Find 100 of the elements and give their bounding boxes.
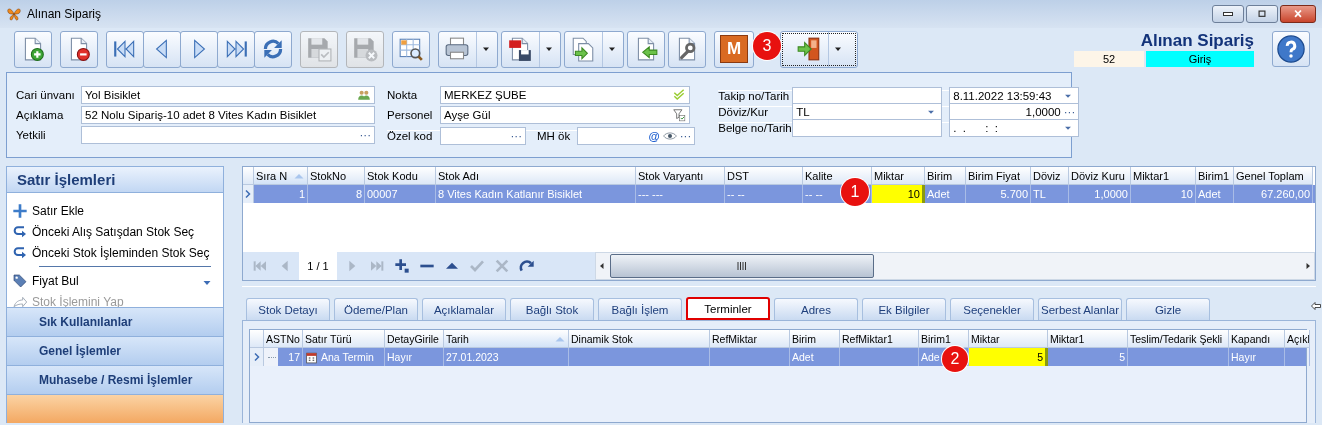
curved-arrow-icon bbox=[12, 244, 28, 261]
field-label: Personel bbox=[387, 109, 434, 121]
column-header[interactable]: Döviz bbox=[1031, 167, 1069, 185]
redo-icon[interactable] bbox=[518, 258, 535, 274]
sidebar-item[interactable]: Önceki Alış Satışdan Stok Seç bbox=[7, 221, 223, 243]
tab[interactable]: Serbest Alanlar bbox=[1038, 298, 1122, 320]
minimize-button[interactable] bbox=[1212, 5, 1244, 23]
scrollbar-thumb[interactable] bbox=[610, 254, 874, 278]
tab[interactable]: Ek Bilgiler bbox=[862, 298, 946, 320]
step-marker: 2 bbox=[942, 346, 968, 372]
column-header[interactable]: StokNo bbox=[308, 167, 365, 185]
tab[interactable]: Bağlı İşlem bbox=[598, 298, 682, 320]
tab[interactable]: Bağlı Stok bbox=[510, 298, 594, 320]
column-header[interactable]: Tarih bbox=[444, 330, 569, 348]
direction-label: Giriş bbox=[1146, 51, 1254, 67]
column-header[interactable]: Birim1 bbox=[1196, 167, 1234, 185]
floppy-x-icon bbox=[352, 36, 378, 62]
toolbar-button[interactable] bbox=[60, 30, 98, 68]
dropdown-field[interactable]: . . : : bbox=[949, 119, 1080, 137]
column-header[interactable]: Miktar bbox=[969, 330, 1048, 348]
form-title: Alınan Sipariş bbox=[1140, 31, 1254, 51]
input-field[interactable]: ··· bbox=[440, 127, 526, 145]
column-header[interactable]: Teslim/Tedarik Şekli bbox=[1128, 330, 1229, 348]
column-header[interactable]: Kapandı bbox=[1229, 330, 1285, 348]
close-button[interactable] bbox=[1280, 5, 1316, 23]
table-cell: Hayır bbox=[385, 348, 444, 366]
tab[interactable]: Açıklamalar bbox=[422, 298, 506, 320]
sidebar-item[interactable]: Önceki Stok İşleminden Stok Seç bbox=[7, 242, 223, 264]
tab[interactable]: Ödeme/Plan bbox=[334, 298, 418, 320]
column-header[interactable]: Genel Toplam bbox=[1234, 167, 1313, 185]
input-field[interactable] bbox=[792, 119, 943, 137]
tab[interactable]: Seçenekler bbox=[950, 298, 1034, 320]
minimize-icon bbox=[1223, 12, 1233, 16]
column-header[interactable]: Açıkl bbox=[1285, 330, 1310, 348]
column-header[interactable]: RefMiktar bbox=[710, 330, 790, 348]
column-header[interactable]: Miktar1 bbox=[1131, 167, 1196, 185]
column-header[interactable]: Sıra N bbox=[254, 167, 308, 185]
column-header[interactable]: Birim bbox=[790, 330, 840, 348]
column-header[interactable]: ASTNo bbox=[264, 330, 303, 348]
ellipsis-button[interactable]: ··· bbox=[359, 129, 371, 141]
column-header[interactable]: Miktar1 bbox=[1048, 330, 1128, 348]
ellipsis-button[interactable]: ··· bbox=[1063, 106, 1076, 118]
left-arrow-icon[interactable] bbox=[1310, 300, 1322, 312]
sidebar-section[interactable]: Genel İşlemler bbox=[7, 336, 223, 366]
column-header[interactable]: DST bbox=[725, 167, 803, 185]
ellipsis-button[interactable]: ··· bbox=[679, 130, 692, 142]
table-cell: Adet bbox=[925, 185, 966, 203]
column-header[interactable]: Stok Kodu bbox=[365, 167, 436, 185]
plus-icon[interactable] bbox=[393, 258, 410, 274]
window-title: Alınan Sipariş bbox=[27, 7, 102, 21]
sidebar-section[interactable]: Muhasebe / Resmi İşlemler bbox=[7, 365, 223, 395]
field-label: Özel kod bbox=[387, 130, 434, 142]
field-label: Belge no/Tarih bbox=[718, 122, 793, 134]
help-button[interactable] bbox=[1272, 31, 1310, 67]
column-header[interactable]: Birim bbox=[925, 167, 966, 185]
row-selector[interactable] bbox=[250, 348, 264, 366]
column-header[interactable]: Birim Fiyat bbox=[966, 167, 1031, 185]
column-header[interactable]: Satır Türü bbox=[303, 330, 385, 348]
ellipsis-button[interactable]: ··· bbox=[510, 130, 522, 142]
table-cell: --- --- bbox=[636, 185, 725, 203]
butterfly-icon bbox=[6, 6, 22, 22]
column-header[interactable]: Birim1 bbox=[919, 330, 969, 348]
double-check-icon bbox=[672, 88, 686, 102]
input-field[interactable]: 52 Nolu Sipariş-10 adet 8 Vites Kadın Bisiklet bbox=[81, 106, 375, 124]
table-cell: 10 bbox=[1131, 185, 1196, 203]
column-header[interactable]: Dinamik Stok bbox=[569, 330, 710, 348]
input-field[interactable]: @ ··· bbox=[577, 127, 696, 145]
tab[interactable]: Stok Detayı bbox=[246, 298, 330, 320]
maximize-button[interactable] bbox=[1246, 5, 1278, 23]
table-cell: 5.700 bbox=[966, 185, 1031, 203]
people-icon bbox=[357, 88, 371, 102]
row-selector[interactable] bbox=[243, 185, 254, 203]
sidebar-item[interactable]: Satır Ekle bbox=[7, 200, 223, 222]
column-header[interactable]: Miktar bbox=[872, 167, 925, 185]
column-header[interactable]: DetayGirile bbox=[385, 330, 444, 348]
input-field[interactable]: MERKEZ ŞUBE bbox=[440, 86, 690, 104]
toolbar-button[interactable] bbox=[501, 30, 561, 68]
sidebar-header: Satır İşlemleri bbox=[7, 167, 223, 194]
field-label: Nokta bbox=[387, 89, 419, 101]
pdf-floppy-icon bbox=[507, 36, 533, 62]
input-field[interactable]: Yol Bisiklet bbox=[81, 86, 375, 104]
input-field[interactable]: ··· bbox=[81, 126, 375, 144]
record-number: 52 bbox=[1074, 51, 1144, 67]
column-header[interactable]: Stok Adı bbox=[436, 167, 636, 185]
column-header[interactable]: RefMiktar1 bbox=[840, 330, 919, 348]
tab[interactable]: Terminler bbox=[686, 297, 770, 320]
table-cell: 8 Vites Kadın Katlanır Bisiklet bbox=[436, 185, 636, 203]
tab[interactable]: Gizle bbox=[1126, 298, 1210, 320]
tab[interactable]: Adres bbox=[774, 298, 858, 320]
at-sign-button[interactable]: @ bbox=[648, 130, 660, 142]
table-cell: 10 bbox=[872, 185, 925, 203]
sidebar-item[interactable]: Fiyat Bul bbox=[7, 270, 223, 292]
input-field[interactable]: Ayşe Gül bbox=[440, 106, 690, 124]
sidebar-section[interactable]: Sık Kullanılanlar bbox=[7, 307, 223, 337]
toolbar-button[interactable] bbox=[780, 30, 858, 68]
column-header[interactable]: Döviz Kuru bbox=[1069, 167, 1131, 185]
documents-arrow-icon bbox=[570, 36, 596, 62]
column-header[interactable]: Kalite bbox=[803, 167, 872, 185]
field-label: Açıklama bbox=[16, 109, 65, 121]
column-header[interactable]: Stok Varyantı bbox=[636, 167, 725, 185]
